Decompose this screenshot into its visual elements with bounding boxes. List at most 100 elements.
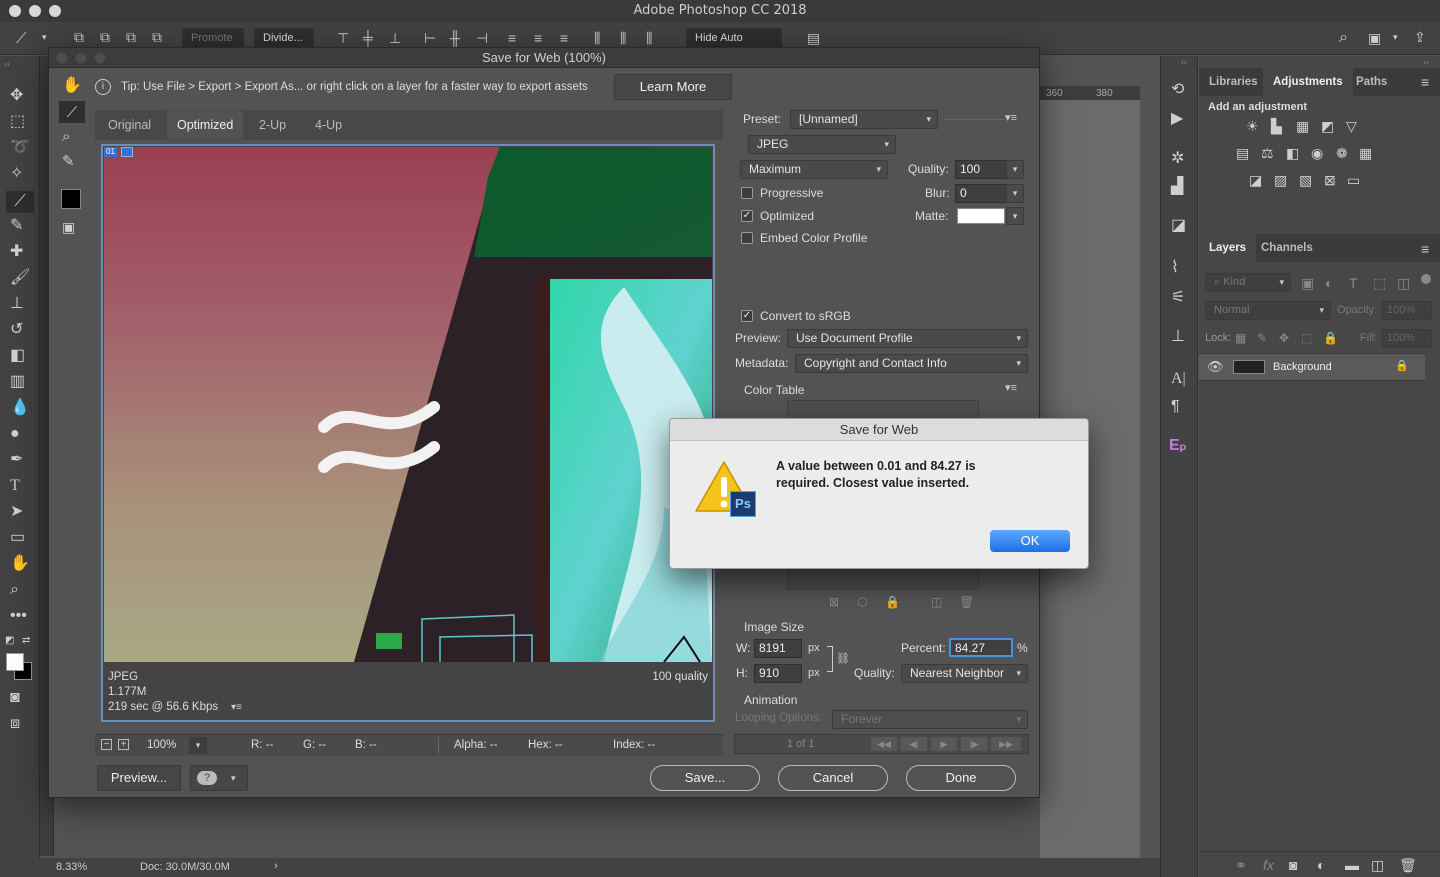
rectangle-tool-icon[interactable]: ▭	[10, 530, 25, 546]
eyedropper-tool-icon[interactable]: ✎	[62, 154, 75, 169]
filter-smart-object-icon[interactable]: ◫	[1397, 276, 1410, 290]
hue-saturation-icon[interactable]: ▤	[1236, 146, 1249, 160]
history-brush-tool-icon[interactable]: ↺	[10, 322, 23, 338]
save-button[interactable]: Save...	[650, 765, 760, 791]
workspace-icon[interactable]: ▣	[1368, 31, 1381, 45]
minimize-dialog-button[interactable]	[75, 52, 87, 64]
lock-position-icon[interactable]: ✥	[1279, 332, 1289, 344]
slice-tool-icon[interactable]: ⟋	[6, 191, 34, 213]
chevron-down-icon[interactable]: ▾	[1393, 33, 1398, 42]
share-icon[interactable]: ⇪	[1414, 30, 1426, 44]
histogram-icon[interactable]: ▟	[1171, 179, 1183, 195]
extension-icon[interactable]: Eₚ	[1169, 438, 1187, 454]
file-format-select[interactable]: JPEG ▾	[748, 135, 896, 154]
height-input[interactable]: 910	[754, 664, 802, 683]
brush-tool-icon[interactable]: 🖌	[10, 270, 30, 286]
align-top-icon[interactable]: ⊤	[337, 31, 349, 45]
zoom-tool-icon[interactable]: ⌕	[62, 129, 70, 144]
type-tool-icon[interactable]: T	[10, 478, 20, 494]
vibrance-icon[interactable]: ▽	[1346, 119, 1357, 133]
distribute-hcenter-icon[interactable]: ⫼	[620, 31, 626, 45]
previous-frame-icon[interactable]: ◀|	[901, 737, 927, 751]
filter-pixel-icon[interactable]: ▣	[1301, 276, 1314, 290]
slice-select-tool-icon[interactable]: ⟋	[16, 31, 27, 46]
channel-mixer-icon[interactable]: ❁	[1336, 146, 1348, 160]
distribute-right-icon[interactable]: ⫼	[646, 31, 652, 45]
magic-wand-tool-icon[interactable]: ✧	[10, 166, 23, 182]
eye-visibility-icon[interactable]: 👁	[1207, 360, 1224, 373]
filter-shape-icon[interactable]: ⬚	[1373, 276, 1386, 290]
first-frame-icon[interactable]: ◀◀	[871, 737, 897, 751]
move-tool-icon[interactable]: ✥	[10, 88, 23, 104]
history-icon[interactable]: ⟲	[1171, 82, 1184, 98]
bring-forward-icon[interactable]: ⧉	[100, 30, 110, 44]
next-frame-icon[interactable]: |▶	[961, 737, 987, 751]
levels-icon[interactable]: ▙	[1271, 119, 1282, 133]
clone-source-icon[interactable]: ⊥	[1171, 329, 1185, 345]
tab-adjustments[interactable]: Adjustments	[1263, 68, 1353, 96]
slice-options-icon[interactable]: ▤	[807, 31, 820, 45]
cancel-button[interactable]: Cancel	[778, 765, 888, 791]
panel-menu-icon[interactable]: ≡	[1421, 242, 1429, 256]
zoom-in-icon[interactable]: +	[118, 739, 129, 750]
new-color-icon[interactable]: ◫	[931, 596, 942, 608]
quality-input[interactable]: 100	[955, 160, 1013, 179]
optimize-menu-icon[interactable]: ▾≡	[1005, 113, 1017, 124]
looping-select[interactable]: Forever ▾	[832, 710, 1028, 729]
color-balance-icon[interactable]: ⚖	[1261, 146, 1274, 160]
panel-menu-icon[interactable]: ≡	[1421, 75, 1429, 89]
distribute-left-icon[interactable]: ⫼	[594, 31, 600, 45]
blend-mode-select[interactable]: Normal ▾	[1205, 301, 1331, 320]
align-right-icon[interactable]: ⊣	[476, 31, 488, 45]
layer-row-background[interactable]: 👁 Background 🔒	[1199, 353, 1425, 381]
blur-tool-icon[interactable]: 💧	[10, 400, 30, 416]
foreground-color-swatch[interactable]	[6, 653, 24, 671]
divide-button[interactable]: Divide...	[254, 28, 314, 48]
embed-color-profile-checkbox[interactable]	[741, 232, 753, 244]
align-left-icon[interactable]: ⊢	[424, 31, 436, 45]
web-shift-icon[interactable]: ⬡	[857, 596, 867, 608]
align-bottom-icon[interactable]: ⊥	[389, 31, 401, 45]
eraser-tool-icon[interactable]: ◧	[10, 348, 25, 364]
lasso-tool-icon[interactable]: ➰	[10, 140, 30, 156]
quick-mask-icon[interactable]: ◙	[10, 690, 20, 706]
lock-color-icon[interactable]: 🔒	[885, 596, 900, 608]
color-lookup-icon[interactable]: ▦	[1359, 146, 1372, 160]
brightness-icon[interactable]: ☀	[1246, 119, 1259, 133]
collapse-toolbar-icon[interactable]: ››	[4, 60, 10, 69]
learn-more-button[interactable]: Learn More	[614, 74, 732, 100]
distribute-top-icon[interactable]: ≡	[508, 31, 516, 45]
align-hcenter-icon[interactable]: ╫	[450, 31, 460, 45]
progressive-checkbox[interactable]	[741, 187, 753, 199]
chevron-right-icon[interactable]: ›	[274, 860, 278, 872]
zoom-value[interactable]: 100%	[147, 739, 176, 751]
matte-color-swatch[interactable]	[957, 208, 1005, 224]
delete-layer-icon[interactable]: 🗑	[1399, 858, 1417, 872]
width-input[interactable]: 8191	[754, 639, 802, 658]
lock-pixels-icon[interactable]: ✎	[1257, 332, 1267, 344]
collapse-dock-icon[interactable]: ‹‹	[1181, 58, 1187, 67]
lock-all-icon[interactable]: 🔒	[1323, 332, 1338, 344]
preview-profile-select[interactable]: Use Document Profile ▾	[787, 329, 1028, 348]
selective-color-icon[interactable]: ⊠	[1324, 173, 1336, 187]
tab-2up[interactable]: 2-Up	[249, 111, 296, 139]
curves-icon[interactable]: ▦	[1296, 119, 1309, 133]
marquee-tool-icon[interactable]: ⬚	[10, 114, 25, 130]
fx-icon[interactable]: fx	[1263, 858, 1274, 872]
distribute-bottom-icon[interactable]: ≡	[560, 31, 568, 45]
preset-select[interactable]: [Unnamed] ▾	[790, 110, 938, 129]
zoom-window-button[interactable]	[49, 5, 61, 17]
filter-type-icon[interactable]: T	[1349, 276, 1358, 290]
properties-icon[interactable]: ◪	[1171, 218, 1186, 234]
last-frame-icon[interactable]: ▶▶	[991, 737, 1021, 751]
percent-input[interactable]: 84.27	[949, 638, 1013, 657]
fill-input[interactable]: 100%	[1382, 329, 1432, 348]
search-icon[interactable]: ⌕	[1339, 30, 1348, 46]
add-mask-icon[interactable]: ◙	[1289, 858, 1297, 872]
hand-tool-icon[interactable]: ✋	[10, 556, 30, 572]
default-colors-icon[interactable]: ◩	[5, 636, 14, 646]
gradient-tool-icon[interactable]: ▥	[10, 374, 25, 390]
actions-play-icon[interactable]: ▶	[1171, 111, 1183, 127]
link-layers-icon[interactable]: ⚭	[1235, 858, 1247, 872]
tab-paths[interactable]: Paths	[1356, 76, 1387, 88]
